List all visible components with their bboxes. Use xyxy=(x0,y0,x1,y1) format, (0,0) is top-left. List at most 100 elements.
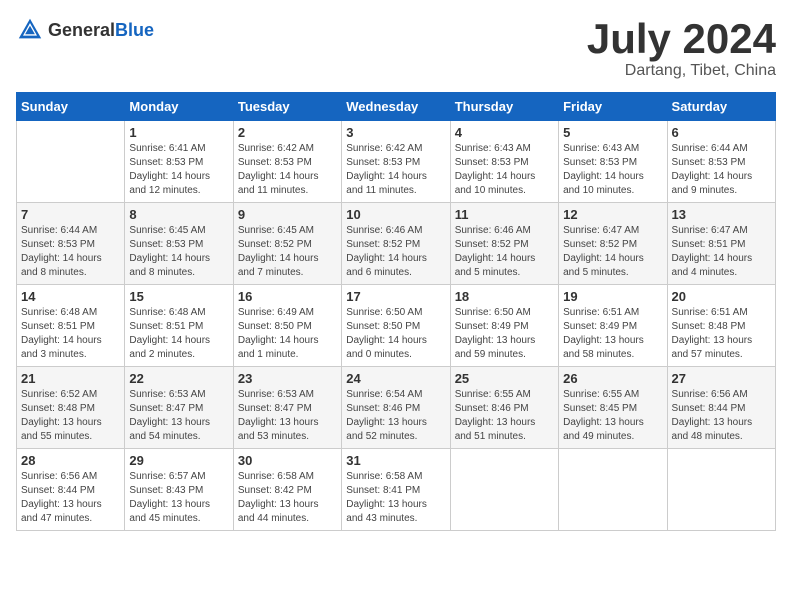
calendar-cell: 18Sunrise: 6:50 AM Sunset: 8:49 PM Dayli… xyxy=(450,285,558,367)
day-number: 28 xyxy=(21,453,120,468)
day-number: 12 xyxy=(563,207,662,222)
calendar-cell: 6 Sunrise: 6:44 AM Sunset: 8:53 PM Daylig… xyxy=(667,121,775,203)
day-number: 1 xyxy=(129,125,228,140)
calendar-cell: 5Sunrise: 6:43 AM Sunset: 8:53 PM Daylig… xyxy=(559,121,667,203)
day-number: 10 xyxy=(346,207,445,222)
day-number: 23 xyxy=(238,371,337,386)
day-number: 5 xyxy=(563,125,662,140)
day-number: 17 xyxy=(346,289,445,304)
calendar-cell: 23Sunrise: 6:53 AM Sunset: 8:47 PM Dayli… xyxy=(233,367,341,449)
weekday-header: Wednesday xyxy=(342,93,450,121)
calendar-cell: 16Sunrise: 6:49 AM Sunset: 8:50 PM Dayli… xyxy=(233,285,341,367)
calendar-cell: 24 Sunrise: 6:54 AM Sunset: 8:46 PM Dayli… xyxy=(342,367,450,449)
calendar-cell: 25Sunrise: 6:55 AM Sunset: 8:46 PM Dayli… xyxy=(450,367,558,449)
day-number: 14 xyxy=(21,289,120,304)
calendar-cell: 3Sunrise: 6:42 AM Sunset: 8:53 PM Daylig… xyxy=(342,121,450,203)
location-subtitle: Dartang, Tibet, China xyxy=(587,62,776,80)
day-number: 24 xyxy=(346,371,445,386)
cell-content: Sunrise: 6:45 AM Sunset: 8:52 PM Dayligh… xyxy=(238,224,337,280)
cell-content: Sunrise: 6:55 AM Sunset: 8:46 PM Dayligh… xyxy=(455,388,554,444)
calendar-week-row: 14 Sunrise: 6:48 AM Sunset: 8:51 PM Dayli… xyxy=(17,285,776,367)
day-number: 26 xyxy=(563,371,662,386)
cell-content: Sunrise: 6:44 AM Sunset: 8:53 PM Dayligh… xyxy=(21,224,120,280)
weekday-header: Sunday xyxy=(17,93,125,121)
day-number: 11 xyxy=(455,207,554,222)
day-number: 8 xyxy=(129,207,228,222)
weekday-header: Thursday xyxy=(450,93,558,121)
day-number: 7 xyxy=(21,207,120,222)
day-number: 19 xyxy=(563,289,662,304)
calendar-cell: 11 Sunrise: 6:46 AM Sunset: 8:52 PM Dayli… xyxy=(450,203,558,285)
calendar-body: 1 Sunrise: 6:41 AM Sunset: 8:53 PM Daylig… xyxy=(17,121,776,531)
calendar-table: SundayMondayTuesdayWednesdayThursdayFrid… xyxy=(16,92,776,531)
calendar-week-row: 28 Sunrise: 6:56 AM Sunset: 8:44 PM Dayli… xyxy=(17,449,776,531)
day-number: 27 xyxy=(672,371,771,386)
calendar-cell: 13 Sunrise: 6:47 AM Sunset: 8:51 PM Dayli… xyxy=(667,203,775,285)
cell-content: Sunrise: 6:56 AM Sunset: 8:44 PM Dayligh… xyxy=(21,470,120,526)
cell-content: Sunrise: 6:43 AM Sunset: 8:53 PM Dayligh… xyxy=(455,142,554,198)
calendar-cell: 26 Sunrise: 6:55 AM Sunset: 8:45 PM Dayli… xyxy=(559,367,667,449)
calendar-cell: 4 Sunrise: 6:43 AM Sunset: 8:53 PM Daylig… xyxy=(450,121,558,203)
calendar-cell: 31 Sunrise: 6:58 AM Sunset: 8:41 PM Dayli… xyxy=(342,449,450,531)
calendar-cell xyxy=(559,449,667,531)
cell-content: Sunrise: 6:58 AM Sunset: 8:42 PM Dayligh… xyxy=(238,470,337,526)
day-number: 13 xyxy=(672,207,771,222)
cell-content: Sunrise: 6:50 AM Sunset: 8:49 PM Dayligh… xyxy=(455,306,554,362)
cell-content: Sunrise: 6:47 AM Sunset: 8:51 PM Dayligh… xyxy=(672,224,771,280)
cell-content: Sunrise: 6:51 AM Sunset: 8:48 PM Dayligh… xyxy=(672,306,771,362)
day-number: 20 xyxy=(672,289,771,304)
logo-icon xyxy=(16,16,44,44)
calendar-cell xyxy=(17,121,125,203)
cell-content: Sunrise: 6:54 AM Sunset: 8:46 PM Dayligh… xyxy=(346,388,445,444)
calendar-week-row: 1 Sunrise: 6:41 AM Sunset: 8:53 PM Daylig… xyxy=(17,121,776,203)
calendar-cell xyxy=(667,449,775,531)
cell-content: Sunrise: 6:53 AM Sunset: 8:47 PM Dayligh… xyxy=(129,388,228,444)
cell-content: Sunrise: 6:56 AM Sunset: 8:44 PM Dayligh… xyxy=(672,388,771,444)
day-number: 4 xyxy=(455,125,554,140)
cell-content: Sunrise: 6:58 AM Sunset: 8:41 PM Dayligh… xyxy=(346,470,445,526)
cell-content: Sunrise: 6:50 AM Sunset: 8:50 PM Dayligh… xyxy=(346,306,445,362)
day-number: 15 xyxy=(129,289,228,304)
calendar-cell: 1 Sunrise: 6:41 AM Sunset: 8:53 PM Daylig… xyxy=(125,121,233,203)
calendar-cell: 12 Sunrise: 6:47 AM Sunset: 8:52 PM Dayli… xyxy=(559,203,667,285)
month-year-title: July 2024 xyxy=(587,16,776,62)
calendar-cell: 21Sunrise: 6:52 AM Sunset: 8:48 PM Dayli… xyxy=(17,367,125,449)
calendar-cell: 19 Sunrise: 6:51 AM Sunset: 8:49 PM Dayli… xyxy=(559,285,667,367)
cell-content: Sunrise: 6:41 AM Sunset: 8:53 PM Dayligh… xyxy=(129,142,228,198)
cell-content: Sunrise: 6:51 AM Sunset: 8:49 PM Dayligh… xyxy=(563,306,662,362)
calendar-cell xyxy=(450,449,558,531)
cell-content: Sunrise: 6:48 AM Sunset: 8:51 PM Dayligh… xyxy=(129,306,228,362)
weekday-header: Monday xyxy=(125,93,233,121)
calendar-cell: 10 Sunrise: 6:46 AM Sunset: 8:52 PM Dayli… xyxy=(342,203,450,285)
day-number: 6 xyxy=(672,125,771,140)
weekday-header: Saturday xyxy=(667,93,775,121)
page-header: GeneralBlue July 2024 Dartang, Tibet, Ch… xyxy=(16,16,776,80)
calendar-cell: 22Sunrise: 6:53 AM Sunset: 8:47 PM Dayli… xyxy=(125,367,233,449)
weekday-header: Tuesday xyxy=(233,93,341,121)
day-number: 31 xyxy=(346,453,445,468)
day-number: 2 xyxy=(238,125,337,140)
calendar-header: SundayMondayTuesdayWednesdayThursdayFrid… xyxy=(17,93,776,121)
calendar-cell: 15 Sunrise: 6:48 AM Sunset: 8:51 PM Dayli… xyxy=(125,285,233,367)
cell-content: Sunrise: 6:57 AM Sunset: 8:43 PM Dayligh… xyxy=(129,470,228,526)
day-number: 29 xyxy=(129,453,228,468)
calendar-week-row: 21Sunrise: 6:52 AM Sunset: 8:48 PM Dayli… xyxy=(17,367,776,449)
calendar-cell: 9 Sunrise: 6:45 AM Sunset: 8:52 PM Daylig… xyxy=(233,203,341,285)
calendar-cell: 27 Sunrise: 6:56 AM Sunset: 8:44 PM Dayli… xyxy=(667,367,775,449)
cell-content: Sunrise: 6:49 AM Sunset: 8:50 PM Dayligh… xyxy=(238,306,337,362)
cell-content: Sunrise: 6:45 AM Sunset: 8:53 PM Dayligh… xyxy=(129,224,228,280)
cell-content: Sunrise: 6:44 AM Sunset: 8:53 PM Dayligh… xyxy=(672,142,771,198)
day-number: 9 xyxy=(238,207,337,222)
calendar-cell: 7 Sunrise: 6:44 AM Sunset: 8:53 PM Daylig… xyxy=(17,203,125,285)
cell-content: Sunrise: 6:42 AM Sunset: 8:53 PM Dayligh… xyxy=(346,142,445,198)
cell-content: Sunrise: 6:52 AM Sunset: 8:48 PM Dayligh… xyxy=(21,388,120,444)
cell-content: Sunrise: 6:42 AM Sunset: 8:53 PM Dayligh… xyxy=(238,142,337,198)
cell-content: Sunrise: 6:55 AM Sunset: 8:45 PM Dayligh… xyxy=(563,388,662,444)
logo-text-blue: Blue xyxy=(115,20,154,40)
cell-content: Sunrise: 6:47 AM Sunset: 8:52 PM Dayligh… xyxy=(563,224,662,280)
calendar-cell: 30Sunrise: 6:58 AM Sunset: 8:42 PM Dayli… xyxy=(233,449,341,531)
cell-content: Sunrise: 6:46 AM Sunset: 8:52 PM Dayligh… xyxy=(455,224,554,280)
cell-content: Sunrise: 6:48 AM Sunset: 8:51 PM Dayligh… xyxy=(21,306,120,362)
logo: GeneralBlue xyxy=(16,16,154,44)
cell-content: Sunrise: 6:46 AM Sunset: 8:52 PM Dayligh… xyxy=(346,224,445,280)
